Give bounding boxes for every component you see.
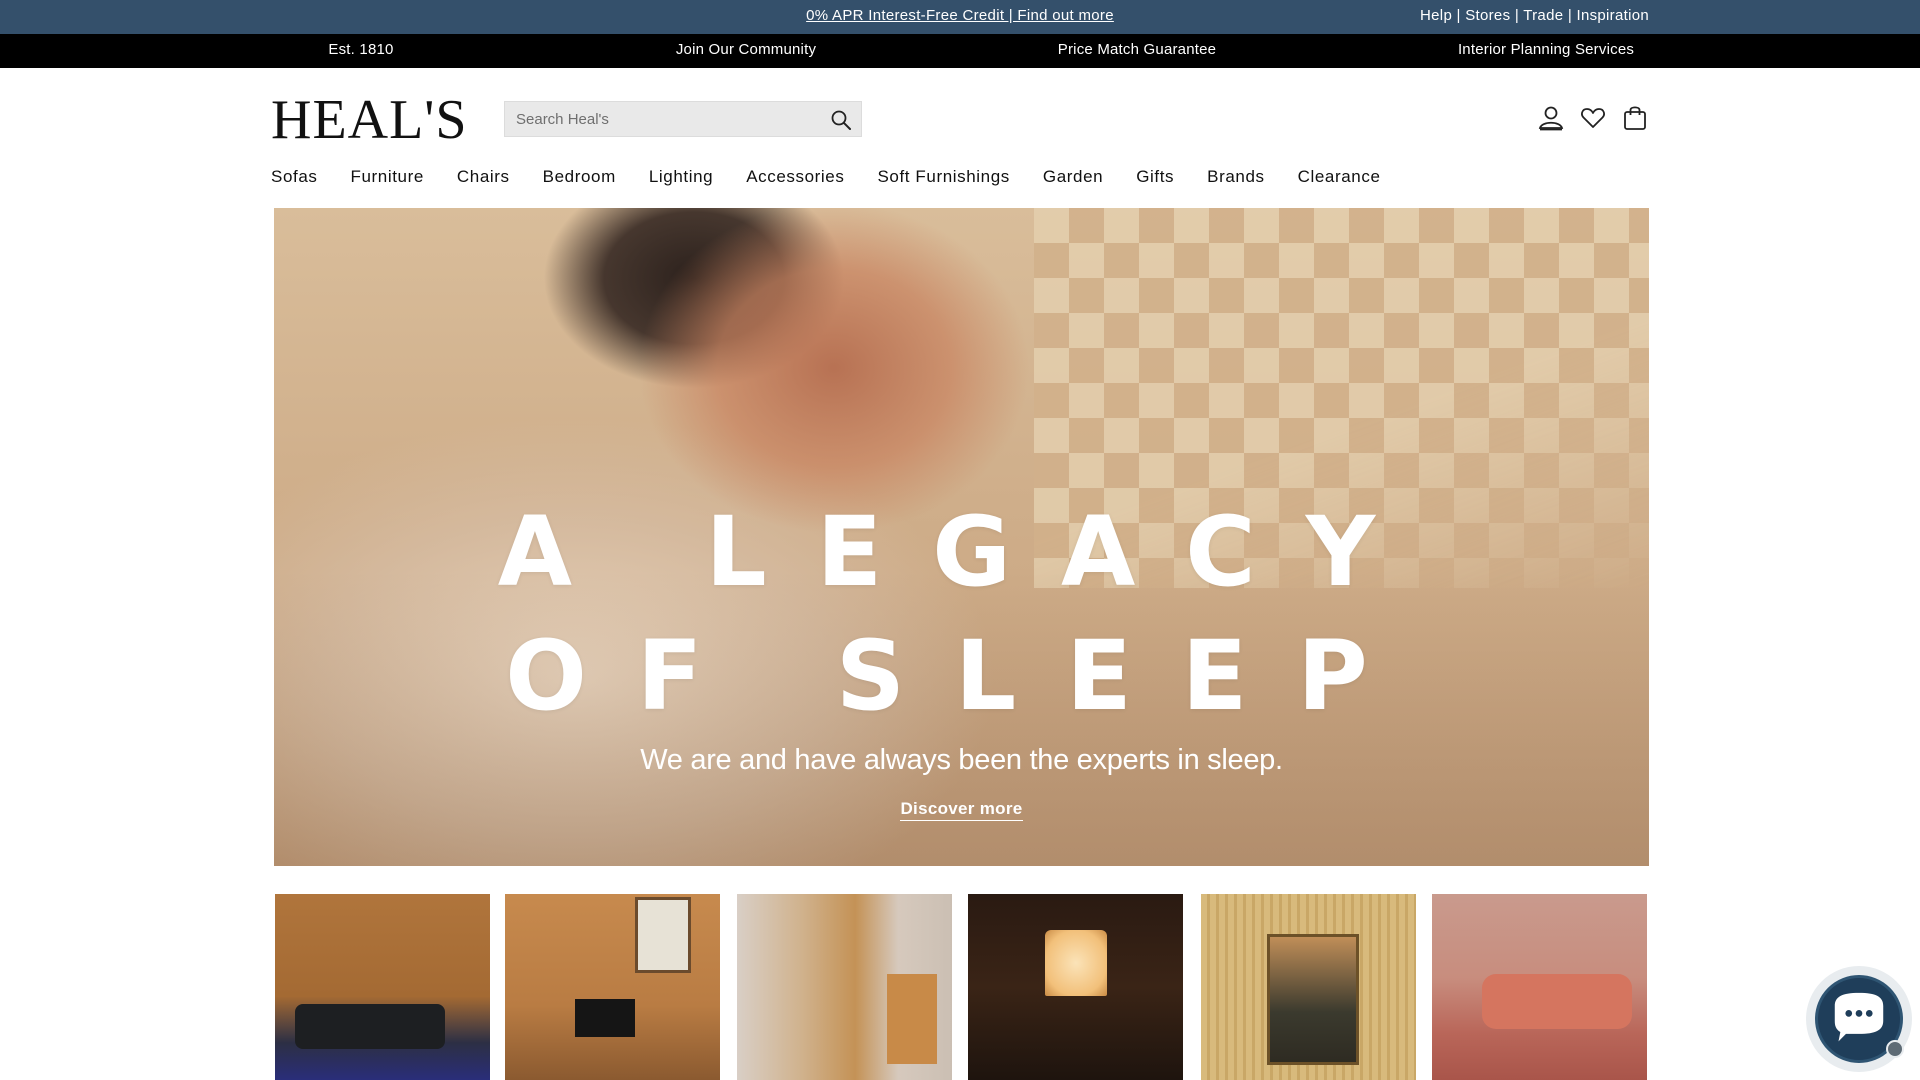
search-input[interactable] [505,102,815,136]
nav-soft-furnishings[interactable]: Soft Furnishings [877,167,1009,193]
nav-sofas[interactable]: Sofas [271,167,317,193]
usp-join-community[interactable]: Join Our Community [676,34,816,68]
search-box [504,101,862,137]
hero-title-line2: OF SLEEP [505,620,1418,732]
hero-banner[interactable]: A LEGACY OF SLEEP We are and have always… [274,208,1649,866]
category-tile-wall-art[interactable] [1201,894,1416,1080]
nav-accessories[interactable]: Accessories [746,167,844,193]
utility-links-text[interactable]: Help | Stores | Trade | Inspiration [1420,7,1649,24]
category-tile-bedding[interactable] [1432,894,1647,1080]
nav-furniture[interactable]: Furniture [350,167,423,193]
category-tiles [275,894,1647,1080]
search-icon[interactable] [829,108,853,132]
basket-bag-icon[interactable] [1622,104,1648,132]
category-tile-storage[interactable] [737,894,952,1080]
nav-gifts[interactable]: Gifts [1136,167,1174,193]
account-icon[interactable] [1538,104,1564,132]
usp-established: Est. 1810 [328,41,394,58]
discover-more-link[interactable]: Discover more [900,799,1023,821]
nav-clearance[interactable]: Clearance [1298,167,1381,193]
wishlist-heart-icon[interactable] [1580,104,1606,132]
finance-offer-link[interactable]: 0% APR Interest-Free Credit | Find out m… [806,7,1114,24]
hero-subtitle: We are and have always been the experts … [640,744,1283,776]
usp-price-match[interactable]: Price Match Guarantee [1058,34,1216,68]
hero-cta-wrapper: Discover more [274,799,1649,821]
usp-bar: Est. 1810 Join Our Community Price Match… [0,34,1920,68]
category-tile-media-units[interactable] [505,894,720,1080]
chat-status-dot [1886,1040,1904,1058]
nav-bedroom[interactable]: Bedroom [543,167,616,193]
usp-interior-planning[interactable]: Interior Planning Services [1458,34,1634,68]
promo-bar: 0% APR Interest-Free Credit | Find out m… [0,0,1920,34]
nav-brands[interactable]: Brands [1207,167,1264,193]
main-nav: Sofas Furniture Chairs Bedroom Lighting … [271,167,1414,193]
utility-links[interactable]: Help | Stores | Trade | Inspiration [1420,0,1649,34]
header-icons [1538,104,1648,132]
live-chat-button[interactable] [1806,966,1912,1072]
category-tile-lighting[interactable] [968,894,1183,1080]
category-tile-living-room[interactable] [275,894,490,1080]
hero-title-line1: A LEGACY [497,496,1426,608]
heals-logo[interactable]: HEAL'S [271,92,468,148]
nav-lighting[interactable]: Lighting [649,167,713,193]
nav-chairs[interactable]: Chairs [457,167,510,193]
nav-garden[interactable]: Garden [1043,167,1103,193]
